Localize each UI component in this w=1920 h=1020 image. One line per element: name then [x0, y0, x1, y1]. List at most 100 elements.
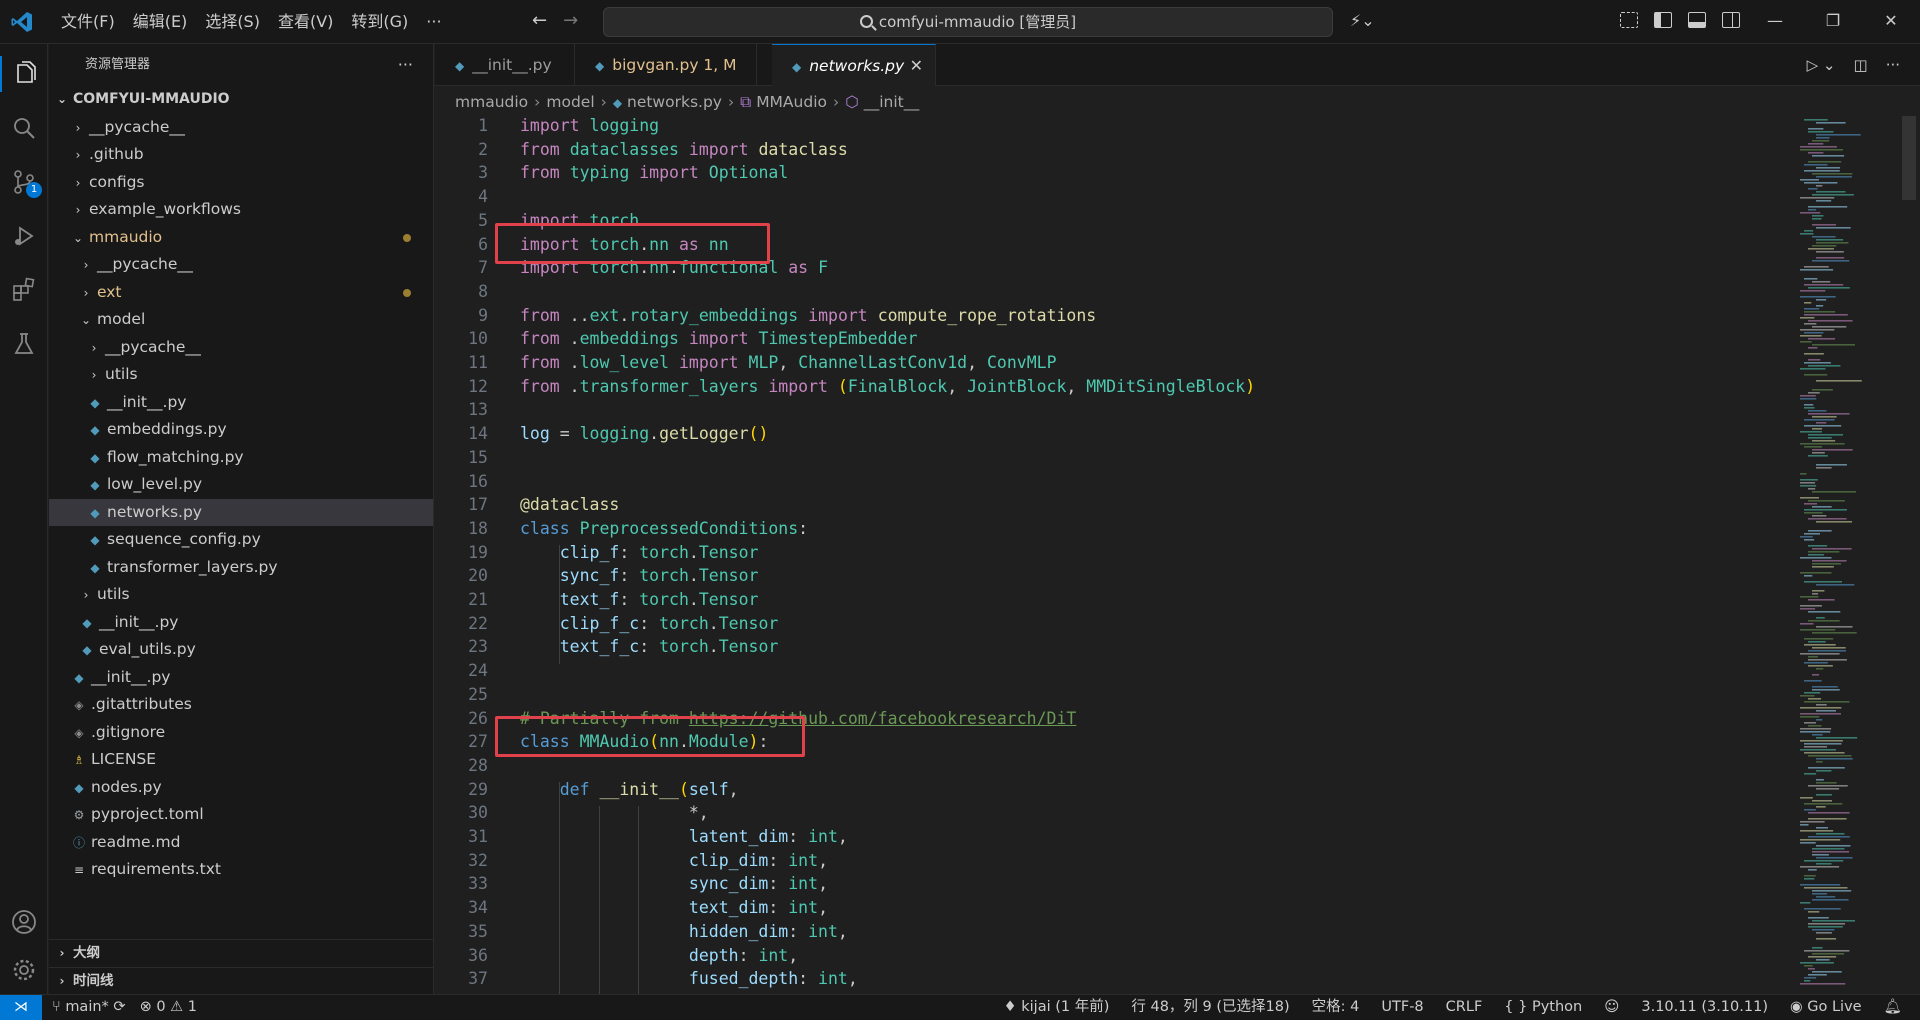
- testing-flask-icon[interactable]: [0, 320, 48, 368]
- close-window-icon[interactable]: ✕: [1862, 0, 1920, 44]
- code-line[interactable]: 24: [435, 659, 1785, 683]
- code-line[interactable]: 18 class PreprocessedConditions:: [435, 517, 1785, 541]
- menu-more[interactable]: ···: [417, 11, 450, 35]
- code-line[interactable]: 28: [435, 754, 1785, 778]
- code-line[interactable]: 11 from .low_level import MLP, ChannelLas…: [435, 351, 1785, 375]
- tree-item[interactable]: › configs: [49, 169, 433, 197]
- tree-item[interactable]: ⓘ readme.md: [49, 829, 433, 857]
- settings-gear-icon[interactable]: [0, 946, 48, 994]
- extensions-icon[interactable]: [0, 266, 48, 314]
- code-line[interactable]: 14 log = logging.getLogger(): [435, 422, 1785, 446]
- tree-item[interactable]: › example_workflows: [49, 196, 433, 224]
- code-line[interactable]: 10 from .embeddings import TimestepEmbedd…: [435, 327, 1785, 351]
- account-icon[interactable]: [0, 898, 48, 946]
- remote-indicator-icon[interactable]: ⋊: [0, 995, 42, 1020]
- menu-view[interactable]: 查看(V): [269, 11, 342, 35]
- tree-item[interactable]: › __pycache__: [49, 114, 433, 142]
- tree-item[interactable]: ≡ requirements.txt: [49, 856, 433, 884]
- notifications-bell-icon[interactable]: 🔔︎: [1884, 995, 1902, 1020]
- tree-item[interactable]: › utils: [49, 581, 433, 609]
- tree-item[interactable]: ◆ flow_matching.py: [49, 444, 433, 472]
- tree-item[interactable]: › utils: [49, 361, 433, 389]
- tree-item[interactable]: › __pycache__: [49, 334, 433, 362]
- breadcrumb-item[interactable]: networks.py: [627, 93, 722, 111]
- tree-item[interactable]: ◆ __init__.py: [49, 389, 433, 417]
- run-python-icon[interactable]: ▷ ⌄: [1807, 56, 1836, 74]
- source-control-icon[interactable]: 1: [0, 158, 48, 206]
- tree-item[interactable]: ⌄ model: [49, 306, 433, 334]
- go-live[interactable]: ◉ Go Live: [1790, 995, 1862, 1020]
- indentation[interactable]: 空格: 4: [1312, 995, 1360, 1020]
- code-editor[interactable]: 1 import logging 2 from dataclasses import …: [435, 116, 1805, 994]
- code-line[interactable]: 8: [435, 280, 1785, 304]
- code-line[interactable]: 19 clip_f: torch.Tensor: [435, 541, 1785, 565]
- tree-item[interactable]: › .github: [49, 141, 433, 169]
- tree-item[interactable]: ◆ __init__.py: [49, 664, 433, 692]
- tab-networks-py[interactable]: ◆ networks.py ✕: [772, 44, 936, 86]
- tree-item[interactable]: ◆ transformer_layers.py: [49, 554, 433, 582]
- menu-selection[interactable]: 选择(S): [196, 11, 269, 35]
- more-actions-icon[interactable]: ···: [1886, 56, 1900, 74]
- vscode-logo-icon[interactable]: [10, 10, 34, 34]
- toggle-panel-icon[interactable]: [1688, 12, 1706, 28]
- tab-bigvgan-py[interactable]: ◆ bigvgan.py 1, M: [575, 44, 757, 86]
- cursor-position[interactable]: 行 48，列 9 (已选择18): [1131, 995, 1289, 1020]
- tree-item[interactable]: ◆ low_level.py: [49, 471, 433, 499]
- line-ending[interactable]: CRLF: [1446, 995, 1483, 1020]
- search-activity-icon[interactable]: [0, 104, 48, 152]
- customize-layout-icon[interactable]: [1620, 12, 1638, 28]
- code-line[interactable]: 13: [435, 398, 1785, 422]
- menu-go[interactable]: 转到(G): [342, 11, 417, 35]
- code-line[interactable]: 12 from .transformer_layers import (Final…: [435, 375, 1785, 399]
- tree-item[interactable]: › __pycache__: [49, 251, 433, 279]
- menu-edit[interactable]: 编辑(E): [124, 11, 197, 35]
- breadcrumb-item[interactable]: mmaudio: [455, 93, 528, 111]
- tree-item[interactable]: › ext: [49, 279, 433, 307]
- code-line[interactable]: 2 from dataclasses import dataclass: [435, 138, 1785, 162]
- tree-item[interactable]: ⚙ pyproject.toml: [49, 801, 433, 829]
- code-line[interactable]: 22 clip_f_c: torch.Tensor: [435, 612, 1785, 636]
- tree-item[interactable]: ◆ embeddings.py: [49, 416, 433, 444]
- timeline-section[interactable]: › 时间线: [49, 966, 433, 995]
- code-line[interactable]: 23 text_f_c: torch.Tensor: [435, 635, 1785, 659]
- code-line[interactable]: 9 from ..ext.rotary_embeddings import com…: [435, 304, 1785, 328]
- tree-item[interactable]: ◆ __init__.py: [49, 609, 433, 637]
- split-editor-icon[interactable]: ◫: [1854, 56, 1868, 74]
- restore-icon[interactable]: ❐: [1804, 0, 1862, 44]
- tab-init-py[interactable]: ◆ __init__.py: [435, 44, 575, 86]
- explorer-icon[interactable]: [0, 50, 48, 98]
- code-line[interactable]: 4: [435, 185, 1785, 209]
- run-debug-icon[interactable]: [0, 212, 48, 260]
- language-mode[interactable]: { } Python: [1504, 995, 1582, 1020]
- git-branch[interactable]: ⑂ main* ⟳: [52, 995, 126, 1020]
- breadcrumb-item[interactable]: MMAudio: [756, 93, 827, 111]
- explorer-more-icon[interactable]: ···: [398, 44, 413, 86]
- tree-item[interactable]: ♗ LICENSE: [49, 746, 433, 774]
- tree-item[interactable]: ◆ networks.py: [49, 498, 433, 526]
- tree-item[interactable]: ◆ sequence_config.py: [49, 526, 433, 554]
- tree-item[interactable]: ◈ .gitattributes: [49, 691, 433, 719]
- command-center-search[interactable]: comfyui-mmaudio [管理员]: [603, 7, 1333, 37]
- tree-item[interactable]: ⌄ mmaudio: [49, 224, 433, 252]
- code-line[interactable]: 15: [435, 446, 1785, 470]
- toggle-secondary-sidebar-icon[interactable]: [1722, 12, 1740, 28]
- code-line[interactable]: 16: [435, 470, 1785, 494]
- editor-scrollbar[interactable]: [1902, 116, 1916, 200]
- problems-indicator[interactable]: ⊗ 0 ⚠ 1: [140, 995, 197, 1020]
- tree-item[interactable]: ◆ nodes.py: [49, 774, 433, 802]
- minimize-icon[interactable]: —: [1746, 0, 1804, 44]
- code-line[interactable]: 1 import logging: [435, 116, 1785, 138]
- encoding[interactable]: UTF-8: [1381, 995, 1423, 1020]
- breadcrumb-item[interactable]: __init__: [864, 93, 920, 111]
- workspace-root[interactable]: ⌄ COMFYUI-MMAUDIO: [49, 86, 433, 114]
- breadcrumb-item[interactable]: model: [546, 93, 594, 111]
- code-line[interactable]: 25: [435, 683, 1785, 707]
- code-line[interactable]: 17 @dataclass: [435, 493, 1785, 517]
- copilot-icon[interactable]: ⚡⌄: [1350, 11, 1386, 33]
- tree-item[interactable]: ◈ .gitignore: [49, 719, 433, 747]
- tree-item[interactable]: ◆ eval_utils.py: [49, 636, 433, 664]
- outline-section[interactable]: › 大纲: [49, 939, 433, 967]
- close-tab-icon[interactable]: ✕: [910, 45, 923, 87]
- git-blame[interactable]: ♦ kijai (1 年前): [1004, 995, 1110, 1020]
- code-line[interactable]: 20 sync_f: torch.Tensor: [435, 564, 1785, 588]
